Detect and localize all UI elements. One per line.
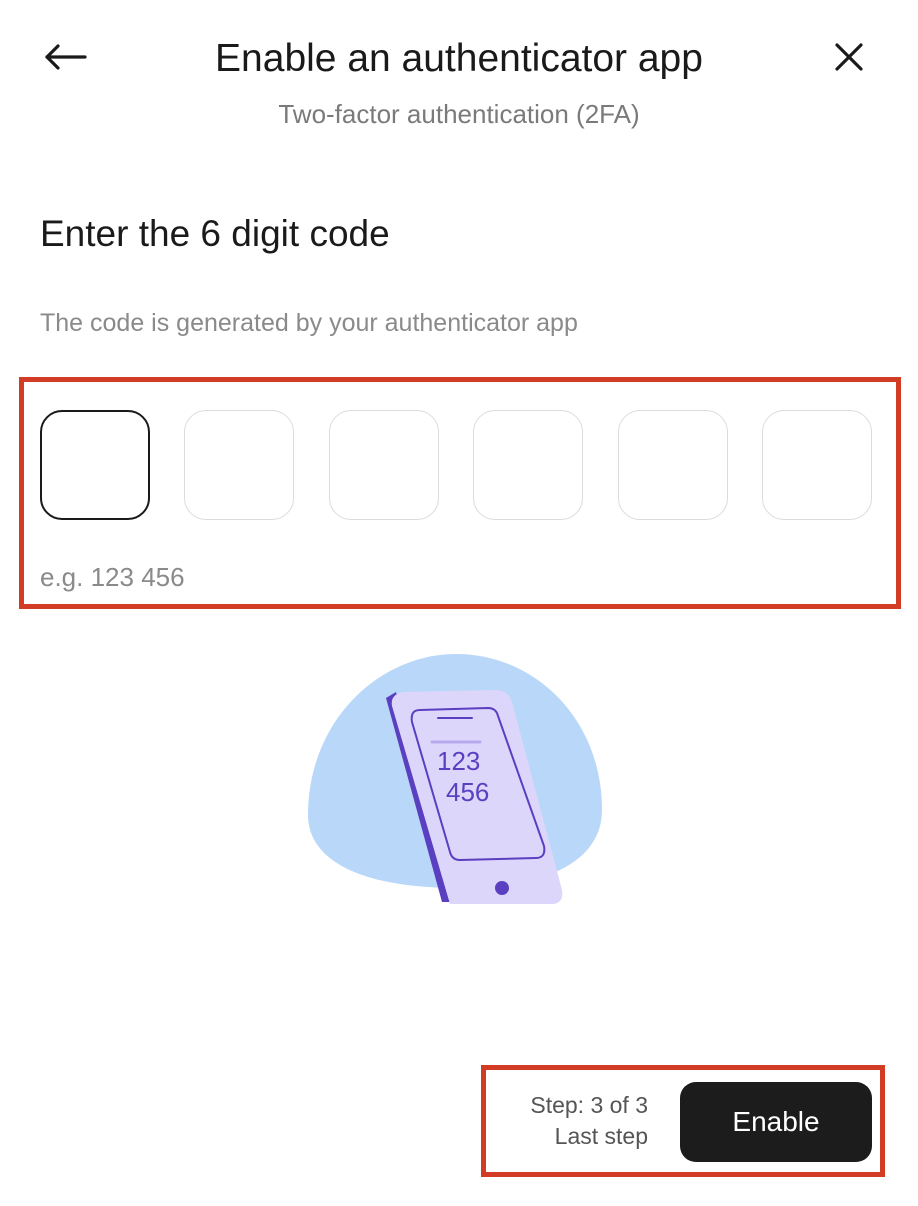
code-input-group [40, 410, 872, 522]
step-sub-label: Last step [554, 1123, 648, 1149]
section-description: The code is generated by your authentica… [40, 309, 578, 337]
close-icon [834, 42, 864, 77]
code-digit-1[interactable] [40, 410, 150, 520]
close-button[interactable] [826, 36, 872, 82]
page-title: Enable an authenticator app [215, 37, 703, 80]
code-digit-5[interactable] [617, 410, 728, 520]
illustration-code-line-1: 123 [437, 746, 480, 776]
code-digit-3[interactable] [328, 410, 439, 520]
code-example-hint: e.g. 123 456 [40, 562, 185, 592]
code-digit-4[interactable] [473, 410, 584, 520]
enable-button[interactable]: Enable [680, 1082, 872, 1162]
phone-with-code-illustration: 123 456 [300, 650, 620, 905]
code-digit-2[interactable] [184, 410, 295, 520]
code-digit-6[interactable] [761, 410, 872, 520]
step-indicator: Step: 3 of 3 Last step [500, 1090, 648, 1152]
step-label: Step: 3 of 3 [530, 1092, 648, 1118]
illustration-code-line-2: 456 [446, 777, 489, 807]
section-heading: Enter the 6 digit code [40, 213, 390, 254]
page-subtitle: Two-factor authentication (2FA) [278, 99, 640, 129]
